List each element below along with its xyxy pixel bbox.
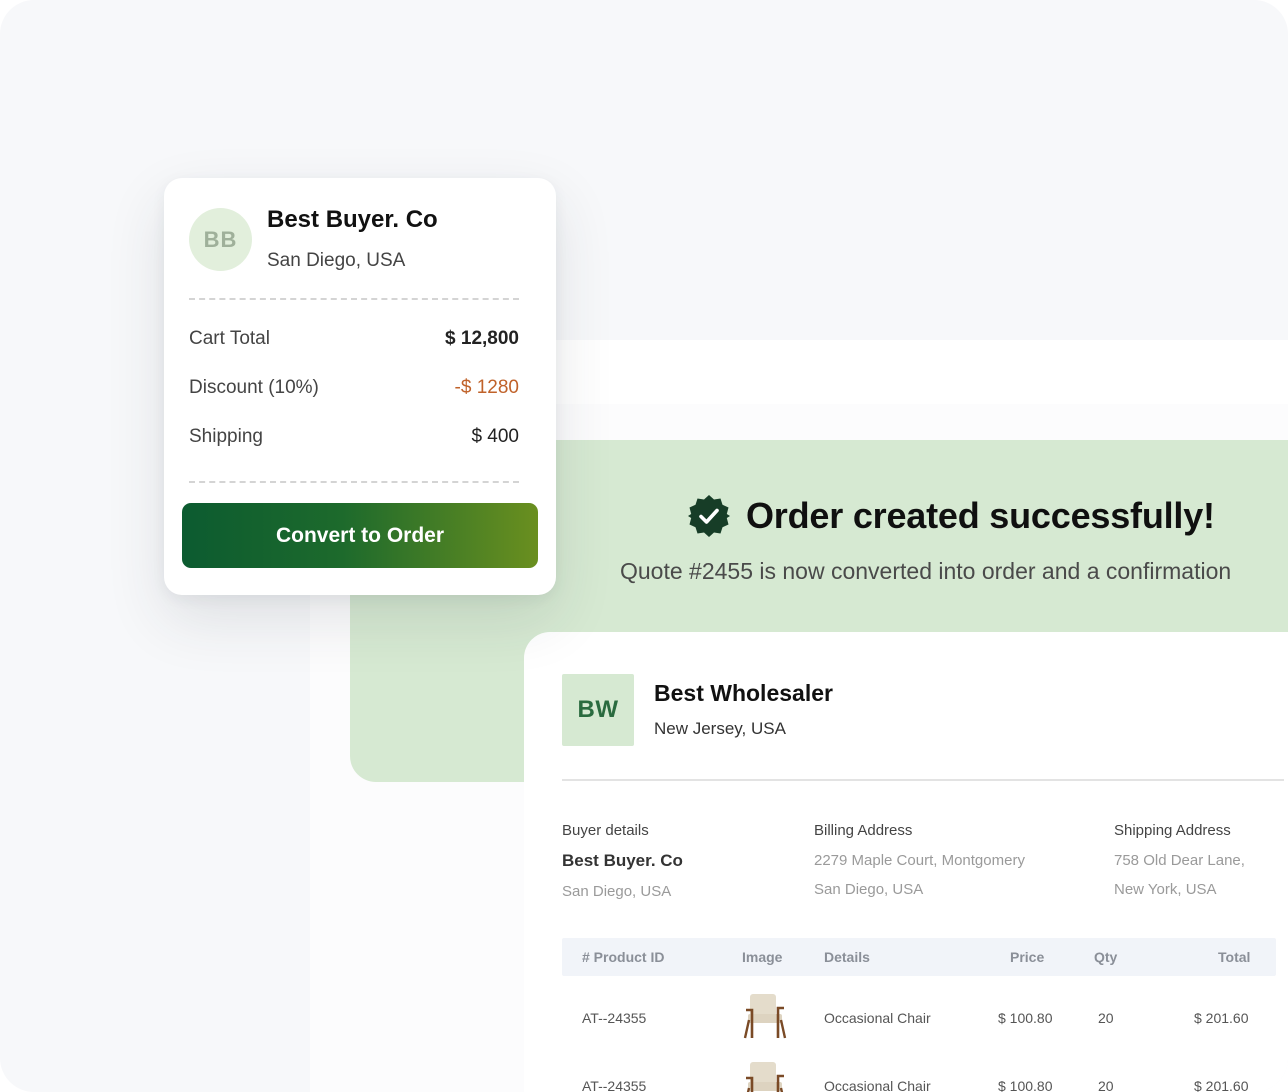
avatar: BB xyxy=(189,208,252,271)
billing-address: Billing Address 2279 Maple Court, Montgo… xyxy=(814,822,1025,898)
header-product-id: # Product ID xyxy=(582,949,665,965)
product-id: AT--24355 xyxy=(582,1010,647,1026)
billing-address-label: Billing Address xyxy=(814,822,913,839)
seller-location: New Jersey, USA xyxy=(654,719,786,738)
shipping-row: Shipping $ 400 xyxy=(189,426,519,448)
header-price: Price xyxy=(1010,949,1045,965)
shipping-label: Shipping xyxy=(189,426,263,447)
divider xyxy=(562,779,1284,781)
header-total: Total xyxy=(1218,949,1251,965)
discount-value: -$ 1280 xyxy=(454,377,519,398)
buyer-details-label: Buyer details xyxy=(562,822,649,839)
order-invoice-card: BW Best Wholesaler New Jersey, USA Buyer… xyxy=(524,632,1288,1092)
discount-label: Discount (10%) xyxy=(189,377,319,398)
seller-logo: BW xyxy=(562,674,634,746)
buyer-details: Buyer details Best Buyer. Co San Diego, … xyxy=(562,822,683,900)
quote-summary-card: BB Best Buyer. Co San Diego, USA Cart To… xyxy=(164,178,556,595)
buyer-details-location: San Diego, USA xyxy=(562,883,672,900)
product-price: $ 100.80 xyxy=(998,1010,1053,1026)
buyer-name: Best Buyer. Co xyxy=(267,206,438,233)
convert-to-order-button[interactable]: Convert to Order xyxy=(182,503,538,568)
verified-check-icon xyxy=(686,493,732,539)
product-total: $ 201.60 xyxy=(1194,1078,1249,1092)
header-details: Details xyxy=(824,949,870,965)
cart-total-label: Cart Total xyxy=(189,328,270,349)
table-row[interactable]: AT--24355 Occasional Chair $ 100.80 20 $… xyxy=(562,990,1276,1050)
dashed-divider xyxy=(189,298,519,300)
canvas: Order created successfully! Quote #2455 … xyxy=(0,0,1288,1092)
billing-address-line1: 2279 Maple Court, Montgomery xyxy=(814,852,1025,869)
product-details: Occasional Chair xyxy=(824,1010,931,1026)
buyer-details-name: Best Buyer. Co xyxy=(562,851,683,870)
shipping-address-line2: New York, USA xyxy=(1114,881,1217,898)
billing-address-line2: San Diego, USA xyxy=(814,881,924,898)
success-title: Order created successfully! xyxy=(746,495,1215,536)
discount-row: Discount (10%) -$ 1280 xyxy=(189,377,519,399)
product-qty: 20 xyxy=(1098,1010,1114,1026)
success-title-row: Order created successfully! xyxy=(686,490,1215,542)
chair-image xyxy=(746,1062,784,1092)
table-row[interactable]: AT--24355 Occasional Chair $ 100.80 20 $… xyxy=(562,1058,1276,1092)
header-image: Image xyxy=(742,949,783,965)
product-id: AT--24355 xyxy=(582,1078,647,1092)
dashed-divider xyxy=(189,481,519,483)
cart-total-value: $ 12,800 xyxy=(445,328,519,349)
shipping-address-line1: 758 Old Dear Lane, xyxy=(1114,852,1245,869)
success-subtitle: Quote #2455 is now converted into order … xyxy=(620,558,1232,584)
shipping-value: $ 400 xyxy=(471,426,519,447)
cart-total-row: Cart Total $ 12,800 xyxy=(189,328,519,350)
table-header: # Product ID Image Details Price Qty Tot… xyxy=(562,938,1276,976)
product-details: Occasional Chair xyxy=(824,1078,931,1092)
product-total: $ 201.60 xyxy=(1194,1010,1249,1026)
product-price: $ 100.80 xyxy=(998,1078,1053,1092)
shipping-address: Shipping Address 758 Old Dear Lane, New … xyxy=(1114,822,1245,898)
header-qty: Qty xyxy=(1094,949,1118,965)
background-band xyxy=(556,340,1288,404)
buyer-location: San Diego, USA xyxy=(267,250,406,271)
shipping-address-label: Shipping Address xyxy=(1114,822,1231,839)
seller-name: Best Wholesaler xyxy=(654,680,833,706)
product-qty: 20 xyxy=(1098,1078,1114,1092)
chair-image xyxy=(743,994,787,1039)
